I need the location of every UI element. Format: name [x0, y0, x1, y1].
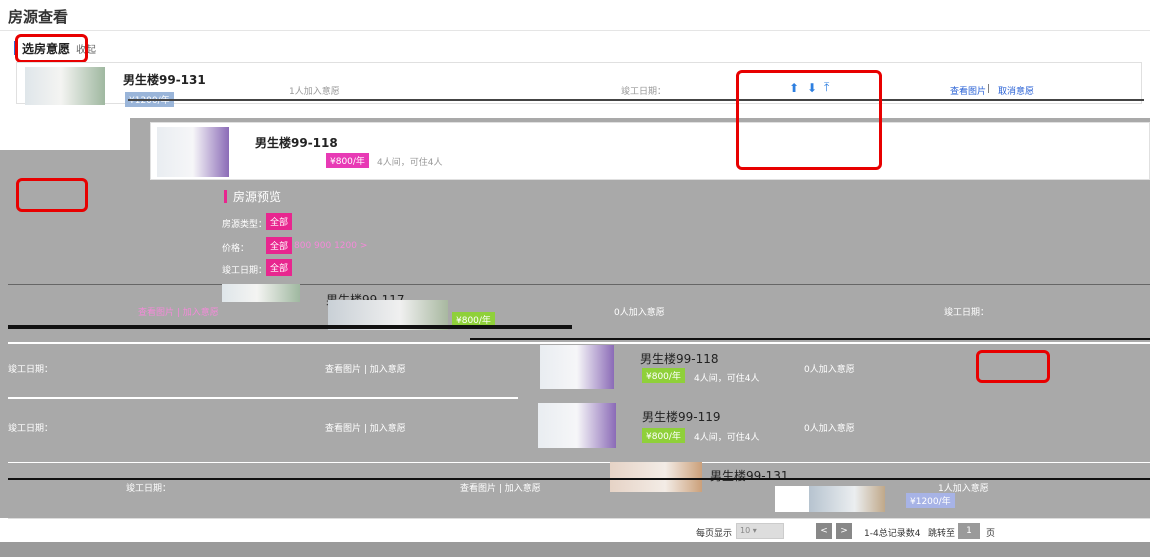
- annotation-box: [736, 70, 882, 170]
- price-badge: ¥1200/年: [906, 493, 955, 508]
- annotation-box: [16, 178, 88, 212]
- overlay-white-patch: [0, 118, 130, 150]
- room-meta: 4人间，可住4人: [694, 433, 760, 443]
- goto-label: 跳转至: [928, 529, 956, 539]
- listing-row: [222, 284, 300, 302]
- filter-label: 价格：: [222, 244, 250, 254]
- room-name: 男生楼99-118: [640, 352, 719, 366]
- date-label: 竣工日期：: [621, 87, 667, 97]
- listing-links[interactable]: 查看图片 | 加入意愿: [325, 362, 406, 375]
- filter-label: 房源类型：: [222, 220, 268, 230]
- per-page-select[interactable]: 10 ▾: [736, 523, 784, 539]
- per-page-value: 10: [740, 526, 751, 535]
- room-name: 男生楼99-119: [642, 410, 721, 424]
- goto-page-input[interactable]: 1: [958, 523, 980, 539]
- price-badge: ¥800/年: [642, 428, 685, 443]
- room-thumbnail: [610, 462, 702, 492]
- room-name: 男生楼99-131: [123, 73, 206, 87]
- count-text: 0人加入意愿: [804, 424, 855, 434]
- price-badge: ¥800/年: [326, 153, 369, 168]
- price-badge: ¥800/年: [642, 368, 685, 383]
- price-options[interactable]: 800 900 1200 >: [294, 241, 367, 251]
- preference-card-secondary: 男生楼99-118 ¥800/年 4人间，可住4人: [150, 122, 1150, 180]
- filter-tag-all[interactable]: 全部: [266, 213, 293, 230]
- footer-strip: [0, 542, 1150, 557]
- row-divider: [8, 342, 1150, 344]
- room-meta: 4人间，可住4人: [377, 158, 443, 168]
- page-suffix: 页: [986, 529, 996, 539]
- count-text: 0人加入意愿: [614, 308, 665, 318]
- count-text: 1人加入意愿: [289, 87, 340, 97]
- row-divider: [8, 397, 518, 399]
- room-meta: 4人间，可住4人: [694, 374, 760, 384]
- per-page-label: 每页显示: [696, 529, 733, 539]
- listing-links[interactable]: 查看图片 | 加入意愿: [325, 421, 406, 434]
- room-name: 男生楼99-131: [710, 469, 789, 483]
- listing-links[interactable]: 查看图片 | 加入意愿: [138, 305, 219, 318]
- render-artifact: [775, 486, 885, 512]
- page-title: 房源查看: [8, 8, 69, 26]
- render-artifact: [8, 325, 572, 329]
- room-thumbnail: [540, 345, 614, 389]
- count-text: 0人加入意愿: [804, 365, 855, 375]
- cancel-preference-link[interactable]: 取消意愿: [998, 84, 1034, 97]
- preference-card: 男生楼99-131 ¥1200/年 1人加入意愿 竣工日期： ⬆ ⬇ ⤒ 查看图…: [16, 62, 1142, 107]
- header-divider: [0, 30, 1150, 31]
- link-separator: |: [987, 84, 991, 94]
- filter-tag-all[interactable]: 全部: [266, 237, 293, 254]
- render-artifact: [470, 338, 1150, 340]
- filter-label: 竣工日期：: [222, 266, 268, 276]
- records-text: 1-4总记录数4: [864, 529, 921, 539]
- section-title: 房源预览: [224, 188, 281, 205]
- render-artifact: [8, 478, 1150, 480]
- date-label: 竣工日期：: [126, 484, 172, 494]
- row-divider: [8, 462, 1150, 463]
- room-thumbnail: [25, 67, 105, 105]
- next-page-button[interactable]: >: [836, 523, 852, 539]
- room-thumbnail: [157, 127, 229, 177]
- room-name: 男生楼99-118: [255, 136, 338, 150]
- prev-page-button[interactable]: <: [816, 523, 832, 539]
- room-thumbnail: [809, 486, 885, 512]
- view-images-link[interactable]: 查看图片: [950, 84, 986, 97]
- pagination-bar: 每页显示 10 ▾ < > 1-4总记录数4 跳转至 1 页: [8, 518, 1150, 542]
- filter-tag-all[interactable]: 全部: [266, 259, 293, 276]
- date-label: 竣工日期：: [8, 365, 54, 375]
- row-divider: [8, 284, 1150, 285]
- room-thumbnail: [222, 284, 300, 302]
- date-label: 竣工日期：: [944, 308, 990, 318]
- annotation-box: [15, 34, 88, 63]
- room-thumbnail: [538, 403, 616, 448]
- date-label: 竣工日期：: [8, 424, 54, 434]
- listing-links[interactable]: 查看图片 | 加入意愿: [460, 481, 541, 494]
- annotation-box: [976, 350, 1050, 383]
- render-artifact: [128, 99, 1144, 101]
